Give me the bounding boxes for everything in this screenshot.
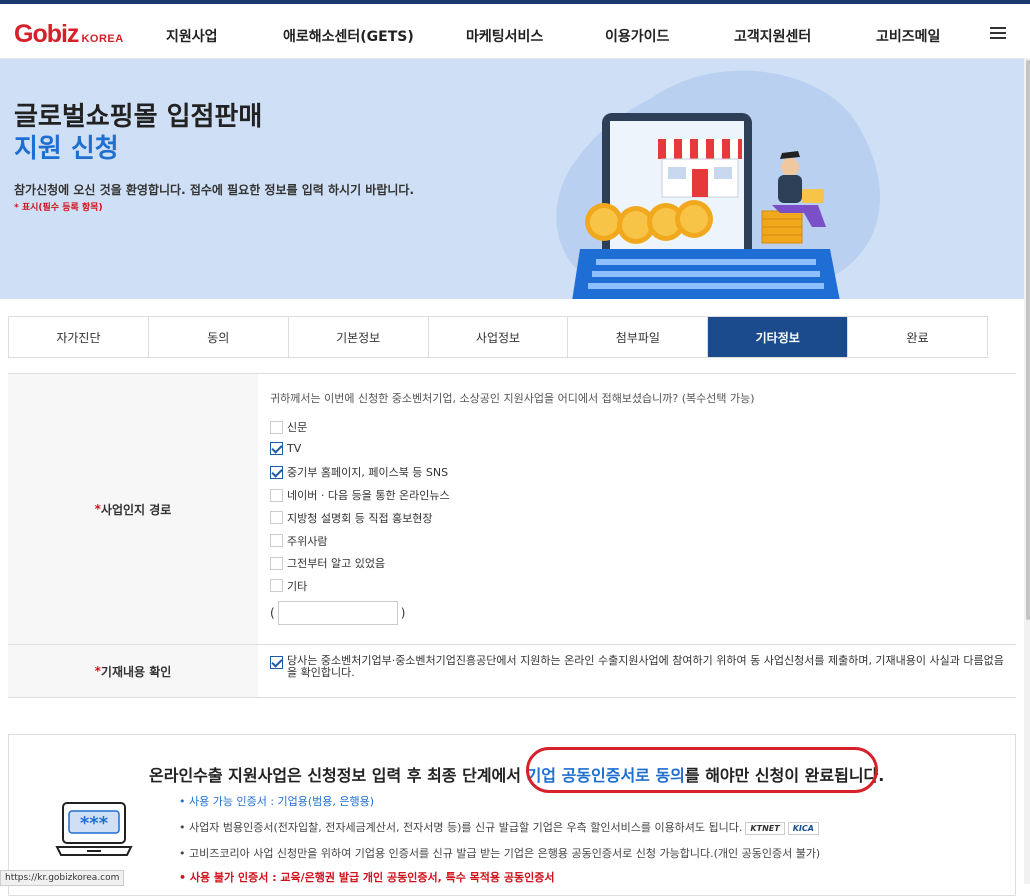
source-option[interactable]: 그전부터 알고 있었음 <box>270 555 385 571</box>
online-shop-illustration-icon <box>556 70 880 299</box>
nav-item-marketing[interactable]: 마케팅서비스 <box>466 26 543 46</box>
site-header: Gobiz KOREA 지원사업 애로해소센터(GETS) 마케팅서비스 이용가이… <box>0 4 1030 59</box>
nav-item-support[interactable]: 지원사업 <box>166 26 218 46</box>
kica-badge[interactable]: KICA <box>787 821 819 835</box>
highlight-oval <box>526 747 878 793</box>
source-option-label: 지방청 설명회 등 직접 홍보현장 <box>287 511 433 525</box>
step-agreement[interactable]: 동의 <box>149 317 289 357</box>
nav-item-customer-center[interactable]: 고객지원센터 <box>734 26 811 46</box>
hero-title-line1: 글로벌쇼핑몰 입점판매 <box>14 102 263 132</box>
source-option-label: 그전부터 알고 있었음 <box>287 557 386 571</box>
source-option-label: 네이버 · 다음 등을 통한 온라인뉴스 <box>287 489 450 503</box>
confirm-label: * 기재내용 확인 <box>8 645 258 697</box>
nav-item-gobiz-mail[interactable]: 고비즈메일 <box>876 26 940 46</box>
source-option-checkbox[interactable] <box>270 534 283 547</box>
logo-sub: KOREA <box>81 33 124 45</box>
source-question: 귀하께서는 이번에 신청한 중소벤처기업, 소상공인 지원사업을 어디에서 접해… <box>270 392 755 405</box>
source-option-checkbox[interactable] <box>270 579 283 593</box>
hamburger-menu-icon[interactable] <box>990 27 1006 39</box>
form-row-source: * 사업인지 경로 귀하께서는 이번에 신청한 중소벤처기업, 소상공인 지원사업… <box>8 374 1016 645</box>
nav-item-guide[interactable]: 이용가이드 <box>605 26 669 46</box>
step-self-diagnosis[interactable]: 자가진단 <box>9 317 149 357</box>
laptop-password-icon: *** <box>55 802 133 856</box>
step-other-info[interactable]: 기타정보 <box>708 317 849 357</box>
certificate-notice: *** 온라인수출 지원사업은 신청정보 입력 후 최종 단계에서 기업 공동인… <box>8 734 1016 896</box>
step-basic-info[interactable]: 기본정보 <box>289 317 429 357</box>
source-option-checkbox[interactable] <box>270 556 283 570</box>
hero-banner: 글로벌쇼핑몰 입점판매 지원 신청 참가신청에 오신 것을 환영합니다. 접수에… <box>0 59 1024 299</box>
confirm-text: 당사는 중소벤처기업부·중소벤처기업진흥공단에서 지원하는 온라인 수출지원사업… <box>287 654 1004 679</box>
notice-line-unusable: • 사용 불가 인증서 : 교육/은행권 발급 개인 공동인증서, 특수 목적용… <box>179 871 555 884</box>
logo-main: Gobiz <box>14 20 79 48</box>
confirm-checkbox-row[interactable]: 당사는 중소벤처기업부·중소벤처기업진흥공단에서 지원하는 온라인 수출지원사업… <box>270 655 1010 679</box>
scrollbar-thumb[interactable] <box>1026 60 1030 620</box>
gobiz-logo[interactable]: Gobiz KOREA <box>14 20 124 49</box>
notice-line-discount: • 사업자 범용인증서(전자입찰, 전자세금계산서, 전자서명 등)를 신규 발… <box>179 819 819 835</box>
source-option-label: 신문 <box>287 421 308 434</box>
etc-input-wrap: ( ) <box>270 601 405 625</box>
etc-open-paren: ( <box>270 606 275 620</box>
source-option-label: 기타 <box>287 579 308 593</box>
source-option-checkbox[interactable] <box>270 420 283 434</box>
notice-line-discount-text: • 사업자 범용인증서(전자입찰, 전자세금계산서, 전자서명 등)를 신규 발… <box>179 821 743 834</box>
source-option-label: 중기부 홈페이지, 페이스북 등 SNS <box>287 466 449 480</box>
source-option[interactable]: TV <box>270 441 302 455</box>
step-complete[interactable]: 완료 <box>848 317 987 357</box>
application-form: * 사업인지 경로 귀하께서는 이번에 신청한 중소벤처기업, 소상공인 지원사업… <box>8 373 1016 698</box>
source-option-label: 주위사람 <box>287 534 328 548</box>
source-option[interactable]: 기타 <box>270 578 307 594</box>
source-option[interactable]: 지방청 설명회 등 직접 홍보현장 <box>270 510 433 526</box>
ktnet-badge[interactable]: KTNET <box>745 821 785 835</box>
progress-steps: 자가진단 동의 기본정보 사업정보 첨부파일 기타정보 완료 <box>8 316 988 358</box>
nav-item-gets[interactable]: 애로해소센터(GETS) <box>283 26 414 46</box>
hero-title-line2: 지원 신청 <box>14 134 119 164</box>
source-option-checkbox[interactable] <box>270 465 283 479</box>
notice-line-bank-cert: • 고비즈코리아 사업 신청만을 위하여 기업용 인증서를 신규 발급 받는 기… <box>179 847 821 860</box>
source-label-text: 사업인지 경로 <box>100 502 172 517</box>
source-option[interactable]: 중기부 홈페이지, 페이스북 등 SNS <box>270 464 448 480</box>
laptop-mask-text: *** <box>80 813 109 834</box>
confirm-checkbox[interactable] <box>270 656 283 669</box>
step-attachments[interactable]: 첨부파일 <box>568 317 709 357</box>
notice-title-pre: 온라인수출 지원사업은 신청정보 입력 후 최종 단계에서 <box>149 766 527 785</box>
source-label: * 사업인지 경로 <box>8 374 258 644</box>
source-option-checkbox[interactable] <box>270 441 283 455</box>
required-note: * 표시(필수 등록 항목) <box>14 203 103 213</box>
etc-close-paren: ) <box>400 606 406 620</box>
source-option-label: TV <box>287 441 302 455</box>
source-option[interactable]: 네이버 · 다음 등을 통한 온라인뉴스 <box>270 487 450 503</box>
form-row-confirm: * 기재내용 확인 당사는 중소벤처기업부·중소벤처기업진흥공단에서 지원하는 온… <box>8 645 1016 698</box>
notice-line-usable: • 사용 가능 인증서 : 기업용(범용, 은행용) <box>179 795 375 808</box>
source-option-checkbox[interactable] <box>270 511 283 525</box>
source-option[interactable]: 신문 <box>270 419 307 435</box>
source-option[interactable]: 주위사람 <box>270 533 327 549</box>
etc-text-input[interactable] <box>277 601 398 625</box>
confirm-label-text: 기재내용 확인 <box>100 664 172 679</box>
hero-welcome-text: 참가신청에 오신 것을 환영합니다. 접수에 필요한 정보를 입력 하시기 바랍… <box>14 183 414 197</box>
source-option-checkbox[interactable] <box>270 488 283 502</box>
step-business-info[interactable]: 사업정보 <box>429 317 569 357</box>
